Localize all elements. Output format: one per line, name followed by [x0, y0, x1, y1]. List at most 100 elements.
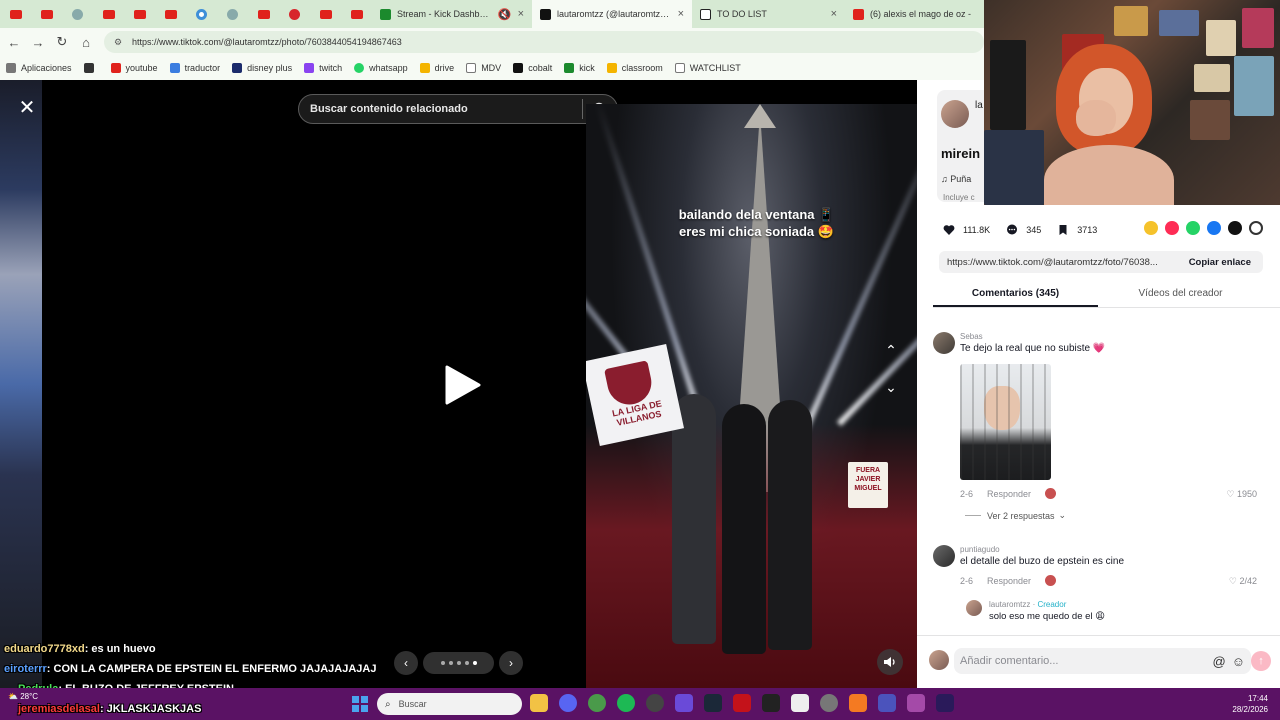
reply-author[interactable]: lautaromtzz · Creador: [989, 600, 1066, 609]
weather-widget[interactable]: ⛅ 28°C: [8, 692, 38, 701]
mute-icon[interactable]: 🔇: [498, 8, 512, 21]
app-icon[interactable]: [907, 694, 925, 712]
tab-kick-dashboard[interactable]: Stream - Kick Dashboard 🔇 ×: [372, 0, 532, 28]
pinned-tab-youtube[interactable]: [31, 0, 62, 28]
copy-link-button[interactable]: Copiar enlace: [1177, 257, 1263, 268]
chevron-up-icon[interactable]: ⌃: [878, 337, 904, 363]
comment-like[interactable]: ♡ 1950: [1226, 489, 1257, 500]
bookmark-kick[interactable]: kick: [564, 63, 595, 73]
send-icon[interactable]: [1165, 221, 1179, 235]
play-icon[interactable]: [441, 363, 483, 407]
site-info-icon[interactable]: ⚙: [114, 37, 124, 48]
close-icon[interactable]: ✕: [10, 94, 44, 120]
file-explorer-icon[interactable]: [530, 694, 548, 712]
related-search-box[interactable]: Buscar contenido relacionado: [298, 94, 618, 124]
bookmark-youtube[interactable]: youtube: [110, 63, 158, 73]
bookmark-grid[interactable]: [83, 63, 99, 73]
slide-dot[interactable]: [448, 661, 453, 665]
close-tab-icon[interactable]: ×: [831, 8, 837, 20]
app-icon[interactable]: [820, 694, 838, 712]
music-link[interactable]: ♫ Puña: [941, 174, 971, 184]
pinned-tab-pinterest[interactable]: [279, 0, 310, 28]
slide-dot[interactable]: [440, 661, 445, 665]
slide-dot-active[interactable]: [472, 661, 477, 665]
pinned-tab-youtube[interactable]: [124, 0, 155, 28]
bookmark-classroom[interactable]: classroom: [606, 63, 663, 73]
facebook-icon[interactable]: [1207, 221, 1221, 235]
avatar[interactable]: [933, 332, 955, 354]
pinned-tab-youtube[interactable]: [248, 0, 279, 28]
bookmark-apps[interactable]: Aplicaciones: [6, 63, 72, 73]
bookmark-twitch[interactable]: twitch: [304, 63, 342, 73]
bookmark-cobalt[interactable]: cobalt: [513, 63, 552, 73]
tab-tiktok[interactable]: lautaromtzz (@lautaromtzz) | T ×: [532, 0, 692, 28]
netflix-icon[interactable]: [733, 694, 751, 712]
chevron-down-icon[interactable]: ⌄: [878, 374, 904, 400]
previous-slide-button[interactable]: ‹: [394, 651, 418, 675]
pinned-tab-chrome[interactable]: [217, 0, 248, 28]
windows-start-icon[interactable]: [352, 696, 368, 712]
post-link[interactable]: https://www.tiktok.com/@lautaromtzz/foto…: [939, 257, 1177, 268]
obs-icon[interactable]: [646, 694, 664, 712]
tab-creator-videos[interactable]: Vídeos del creador: [1098, 280, 1263, 307]
pinned-tab-youtube[interactable]: [0, 0, 31, 28]
pinned-tab-youtube[interactable]: [155, 0, 186, 28]
pinned-tab-youtube[interactable]: [310, 0, 341, 28]
close-tab-icon[interactable]: ×: [678, 8, 684, 20]
repost-icon[interactable]: [1144, 221, 1158, 235]
x-icon[interactable]: [1228, 221, 1242, 235]
system-clock[interactable]: 17:44 28/2/2026: [1232, 693, 1268, 715]
reload-icon[interactable]: ↻: [50, 30, 74, 54]
discord-icon[interactable]: [559, 694, 577, 712]
save-button[interactable]: 3713: [1057, 224, 1097, 236]
bookmark-mdv[interactable]: MDV: [466, 63, 501, 73]
avatar[interactable]: [933, 545, 955, 567]
steam-icon[interactable]: [704, 694, 722, 712]
view-replies-button[interactable]: Ver 2 respuestas ⌄: [965, 510, 1066, 521]
like-button[interactable]: 111.8K: [943, 224, 990, 236]
bookmark-drive[interactable]: drive: [419, 63, 454, 73]
emoji-icon[interactable]: ☺: [1232, 654, 1245, 669]
notion-icon[interactable]: [791, 694, 809, 712]
bookmark-traductor[interactable]: traductor: [169, 63, 220, 73]
comment-author[interactable]: Sebas: [960, 332, 983, 341]
back-arrow-icon[interactable]: ←: [2, 30, 26, 54]
chrome-icon[interactable]: [588, 694, 606, 712]
tab-youtube-video[interactable]: (6) alexis el mago de oz -: [845, 0, 985, 28]
teams-icon[interactable]: [878, 694, 896, 712]
close-tab-icon[interactable]: ×: [518, 8, 524, 20]
home-icon[interactable]: ⌂: [74, 30, 98, 54]
taskbar-search[interactable]: ⌕ Buscar: [377, 693, 522, 715]
author-username[interactable]: la: [975, 100, 983, 111]
app-icon[interactable]: [675, 694, 693, 712]
app-icon[interactable]: [849, 694, 867, 712]
spotify-icon[interactable]: [617, 694, 635, 712]
share-arrow-icon[interactable]: [1249, 221, 1263, 235]
avatar[interactable]: [966, 600, 982, 616]
premiere-icon[interactable]: [936, 694, 954, 712]
address-bar[interactable]: ⚙ https://www.tiktok.com/@lautaromtzz/ph…: [104, 31, 984, 53]
avatar[interactable]: [941, 100, 969, 128]
slide-dot[interactable]: [464, 661, 469, 665]
pinned-tab-youtube[interactable]: [341, 0, 372, 28]
whatsapp-icon[interactable]: [1186, 221, 1200, 235]
pinned-tab-youtube[interactable]: [93, 0, 124, 28]
reply-button[interactable]: Responder: [987, 489, 1031, 499]
comment-button[interactable]: 345: [1006, 224, 1041, 236]
post-comment-button[interactable]: ↑: [1251, 651, 1271, 671]
comment-author[interactable]: puntiagudo: [960, 545, 1000, 554]
tab-todo-list[interactable]: TO DO LIST ×: [692, 0, 845, 28]
app-icon[interactable]: [762, 694, 780, 712]
bookmark-whatsapp[interactable]: whatsapp: [354, 63, 408, 73]
slide-dot[interactable]: [456, 661, 461, 665]
tab-comments[interactable]: Comentarios (345): [933, 280, 1098, 307]
comment-input[interactable]: Añadir comentario... @ ☺: [954, 648, 1251, 674]
volume-icon[interactable]: [877, 649, 903, 675]
pinned-tab-google[interactable]: [186, 0, 217, 28]
bookmark-disney[interactable]: disney plus: [232, 63, 292, 73]
forward-arrow-icon[interactable]: →: [26, 30, 50, 54]
bookmark-watchlist[interactable]: WATCHLIST: [674, 63, 741, 73]
next-slide-button[interactable]: ›: [499, 651, 523, 675]
comment-image[interactable]: [960, 364, 1051, 480]
pinned-tab-chrome[interactable]: [62, 0, 93, 28]
